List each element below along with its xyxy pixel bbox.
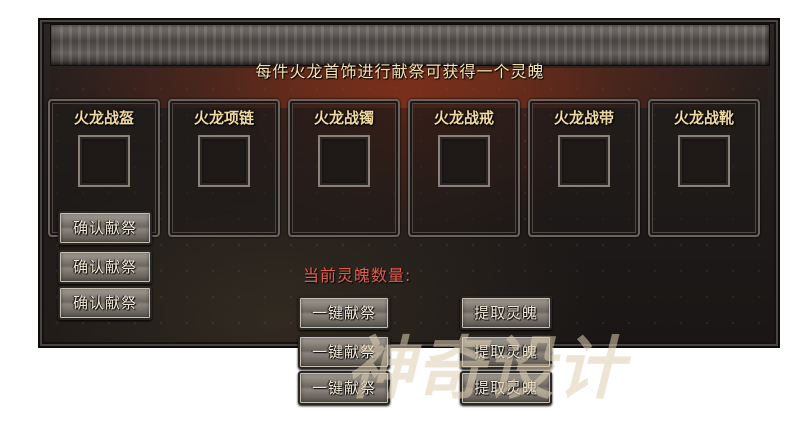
slot-label: 火龙战镯 [313, 109, 374, 127]
item-slot-helmet[interactable] [78, 135, 130, 187]
slot-label: 火龙战靴 [673, 109, 734, 127]
one-click-sacrifice-button[interactable]: 一键献祭 [298, 335, 390, 369]
slot-label: 火龙战盔 [73, 109, 134, 127]
banner-text: 每件火龙首饰进行献祭可获得一个灵魄 [255, 62, 545, 81]
slot-card-boots: 火龙战靴 [648, 99, 760, 237]
item-slot-ring[interactable] [438, 135, 490, 187]
one-click-sacrifice-button[interactable]: 一键献祭 [298, 371, 390, 405]
item-slot-necklace[interactable] [198, 135, 250, 187]
item-slot-boots[interactable] [678, 135, 730, 187]
slot-card-belt: 火龙战带 [528, 99, 640, 237]
confirm-sacrifice-button[interactable]: 确认献祭 [58, 211, 152, 245]
extract-soul-button[interactable]: 提取灵魄 [460, 296, 552, 330]
slot-card-necklace: 火龙项链 [168, 99, 280, 237]
soul-count-label: 当前灵魄数量: [303, 266, 412, 285]
extract-soul-button[interactable]: 提取灵魄 [460, 371, 552, 405]
game-window: 每件火龙首饰进行献祭可获得一个灵魄 火龙战盔 火龙项链 火龙战镯 火龙战戒 火龙… [0, 0, 800, 422]
slot-label: 火龙项链 [193, 109, 254, 127]
confirm-sacrifice-button[interactable]: 确认献祭 [58, 286, 152, 320]
slot-card-ring: 火龙战戒 [408, 99, 520, 237]
item-slot-belt[interactable] [558, 135, 610, 187]
item-slot-bracelet[interactable] [318, 135, 370, 187]
slot-label: 火龙战带 [553, 109, 614, 127]
slot-label: 火龙战戒 [433, 109, 494, 127]
extract-soul-button[interactable]: 提取灵魄 [460, 335, 552, 369]
one-click-sacrifice-button[interactable]: 一键献祭 [298, 296, 390, 330]
confirm-sacrifice-button[interactable]: 确认献祭 [58, 250, 152, 284]
slot-card-bracelet: 火龙战镯 [288, 99, 400, 237]
